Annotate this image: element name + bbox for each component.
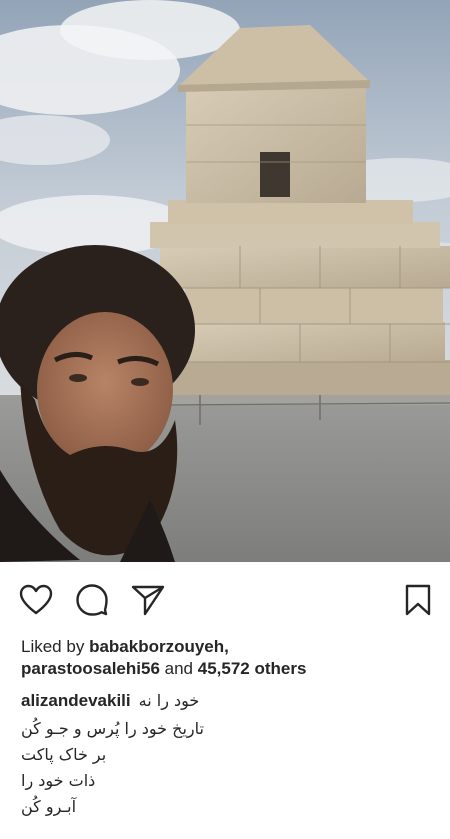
caption-line-4: ذات خود را [21, 771, 96, 790]
instagram-post: Liked by babakborzouyeh, parastoosalehi5… [0, 0, 450, 839]
caption: alizandevakili خود را نه تاریخ خود را پُ… [21, 688, 441, 820]
caption-line-5: آبـرو کُن [21, 797, 77, 816]
share-button[interactable] [128, 580, 168, 620]
caption-first-line: alizandevakili خود را نه [21, 688, 441, 714]
caption-line-1: خود را نه [138, 691, 200, 710]
save-button[interactable] [398, 580, 438, 620]
paper-plane-icon [131, 585, 165, 616]
liker-username-2[interactable]: parastoosalehi56 [21, 659, 160, 678]
caption-line-3: بر خاک پاکت [21, 745, 107, 764]
action-bar [0, 580, 450, 624]
like-button[interactable] [16, 580, 56, 620]
caption-line-2: تاریخ خود را پُرس و جـو کُن [21, 719, 204, 738]
speech-bubble-icon [76, 584, 108, 616]
post-photo[interactable] [0, 0, 450, 562]
caption-lines: تاریخ خود را پُرس و جـو کُن بر خاک پاکت … [21, 716, 441, 820]
heart-outline-icon [19, 584, 53, 615]
comment-button[interactable] [72, 580, 112, 620]
likes-count[interactable]: 45,572 others [198, 659, 307, 678]
bookmark-outline-icon [405, 584, 431, 616]
caption-username[interactable]: alizandevakili [21, 691, 131, 711]
likes-and: and [164, 659, 194, 678]
photo-illustration [0, 0, 450, 562]
likes-line-1: Liked by babakborzouyeh, [21, 636, 441, 658]
likes-summary: Liked by babakborzouyeh, parastoosalehi5… [21, 636, 441, 680]
likes-prefix: Liked by [21, 637, 85, 656]
likes-line-2: parastoosalehi56 and 45,572 others [21, 658, 441, 680]
liker-username-1[interactable]: babakborzouyeh, [89, 637, 229, 656]
